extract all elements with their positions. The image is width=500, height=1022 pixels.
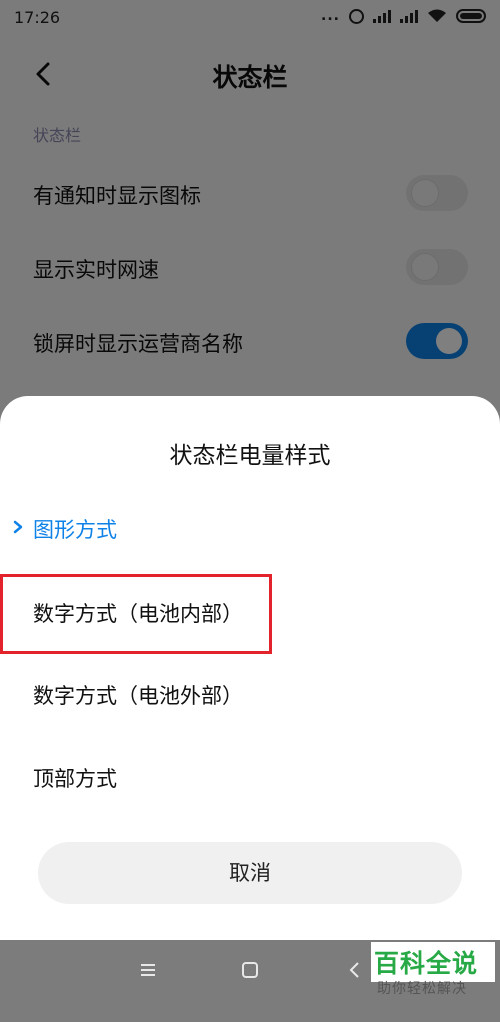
chevron-right-icon [13, 520, 23, 534]
watermark-main: 百科全说 [371, 942, 495, 982]
option-label: 图形方式 [33, 518, 117, 542]
option-top[interactable]: 顶部方式 [0, 739, 500, 819]
option-label: 顶部方式 [33, 767, 117, 791]
sheet-title: 状态栏电量样式 [169, 443, 331, 469]
home-icon[interactable] [238, 958, 262, 982]
battery-style-sheet: 状态栏电量样式 图形方式 数字方式（电池内部） 数字方式（电池外部） 顶部方式 … [0, 396, 500, 940]
cancel-button[interactable]: 取消 [38, 842, 462, 904]
highlight-box [0, 574, 272, 654]
back-icon[interactable] [343, 958, 367, 982]
option-label: 数字方式（电池外部） [33, 684, 243, 708]
watermark-logo: 百科全说 助你轻松解决 [371, 942, 495, 1022]
option-digital-outside[interactable]: 数字方式（电池外部） [0, 656, 500, 736]
menu-icon[interactable] [136, 958, 160, 982]
watermark-sub: 助你轻松解决 [377, 981, 467, 997]
option-graphic[interactable]: 图形方式 [0, 490, 500, 570]
